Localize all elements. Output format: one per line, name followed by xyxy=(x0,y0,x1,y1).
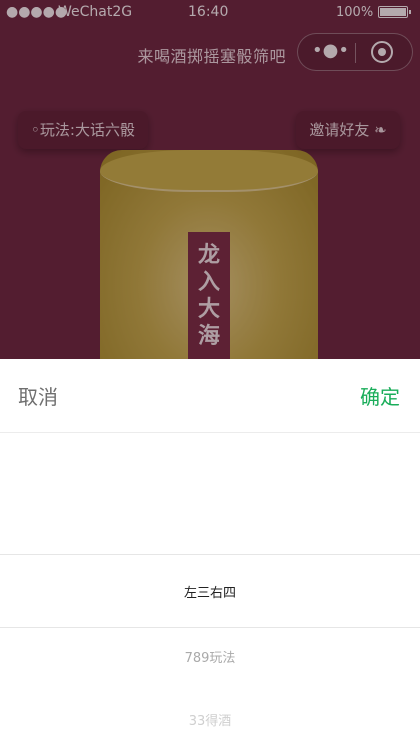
selection-line-bottom xyxy=(0,627,420,628)
picker-option[interactable]: 789玩法 xyxy=(0,647,420,666)
picker-wheel[interactable]: 左三右四 789玩法 33得酒 xyxy=(0,432,420,749)
picker-option[interactable]: 33得酒 xyxy=(0,710,420,729)
selection-line-top xyxy=(0,554,420,555)
picker-sheet: 取消 确定 左三右四 789玩法 33得酒 xyxy=(0,359,420,749)
confirm-button[interactable]: 确定 xyxy=(360,381,400,410)
picker-header: 取消 确定 xyxy=(0,359,420,433)
picker-option-selected[interactable]: 左三右四 xyxy=(0,582,420,601)
cancel-button[interactable]: 取消 xyxy=(18,381,58,410)
